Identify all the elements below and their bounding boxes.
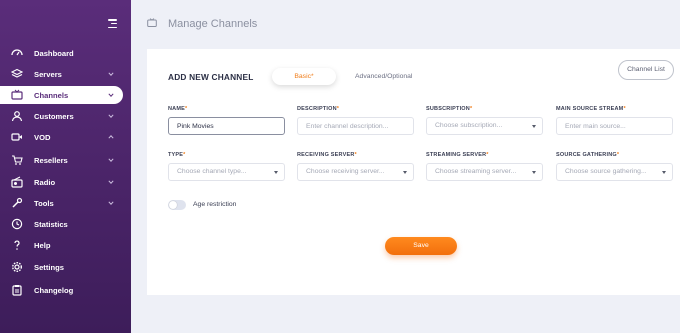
- sidebar-item-tools[interactable]: Tools: [0, 194, 123, 212]
- chevron-up-icon: [108, 135, 114, 139]
- page-title: Manage Channels: [168, 18, 258, 30]
- receiving-server-select[interactable]: Choose receiving server...: [297, 163, 414, 181]
- sidebar-item-changelog[interactable]: Changelog: [0, 281, 123, 299]
- sidebar-item-help[interactable]: Help: [0, 236, 123, 254]
- caret-down-icon: [532, 171, 536, 174]
- description-label: DESCRIPTION*: [297, 106, 340, 112]
- sidebar-item-label: Help: [34, 240, 51, 250]
- channel-form-card: ADD NEW CHANNEL Basic* Advanced/Optional…: [147, 49, 680, 295]
- caret-down-icon: [662, 171, 666, 174]
- chevron-down-icon: [108, 72, 114, 76]
- sidebar-item-channels[interactable]: Channels: [0, 86, 123, 104]
- form-title: ADD NEW CHANNEL: [168, 72, 254, 82]
- sidebar-item-radio[interactable]: Radio: [0, 173, 123, 191]
- video-icon: [11, 133, 22, 141]
- main-source-label: MAIN SOURCE STREAM*: [556, 106, 626, 112]
- sidebar-item-label: Customers: [34, 111, 74, 121]
- chevron-down-icon: [108, 114, 114, 118]
- sidebar-item-resellers[interactable]: Resellers: [0, 151, 123, 169]
- sidebar-item-label: VOD: [34, 132, 51, 142]
- subscription-select[interactable]: Choose subscription...: [426, 117, 543, 135]
- sidebar-item-label: Resellers: [34, 155, 68, 165]
- type-select[interactable]: Choose channel type...: [168, 163, 285, 181]
- toggle-knob: [169, 201, 177, 209]
- tab-advanced[interactable]: Advanced/Optional: [355, 68, 412, 85]
- menu-toggle-icon[interactable]: [107, 19, 117, 29]
- page-header: Manage Channels: [131, 0, 680, 48]
- subscription-label: SUBSCRIPTION*: [426, 106, 473, 112]
- layers-icon: [11, 68, 23, 78]
- radio-icon: [11, 176, 23, 188]
- save-button[interactable]: Save: [385, 237, 457, 255]
- cart-icon: [12, 155, 23, 165]
- caret-down-icon: [274, 171, 278, 174]
- clipboard-icon: [12, 285, 22, 296]
- sidebar-item-servers[interactable]: Servers: [0, 65, 123, 83]
- sidebar-item-label: Radio: [34, 177, 56, 187]
- chevron-down-icon: [108, 93, 114, 97]
- sidebar-item-label: Settings: [34, 262, 64, 272]
- sidebar-item-customers[interactable]: Customers: [0, 107, 123, 125]
- source-gathering-select[interactable]: Choose source gathering...: [556, 163, 673, 181]
- name-input[interactable]: [168, 117, 285, 135]
- sidebar-item-label: Statistics: [34, 219, 68, 229]
- required-mark: *: [310, 73, 314, 80]
- tv-icon: [147, 18, 157, 27]
- caret-down-icon: [532, 125, 536, 128]
- sidebar-item-statistics[interactable]: Statistics: [0, 215, 123, 233]
- sidebar: Dashboard Servers Channels Customers VOD Rese…: [0, 0, 131, 333]
- tab-basic[interactable]: Basic*: [272, 68, 336, 85]
- chevron-down-icon: [108, 201, 114, 205]
- dashboard-icon: [11, 49, 23, 56]
- sidebar-item-dashboard[interactable]: Dashboard: [0, 44, 123, 62]
- tab-basic-label: Basic: [294, 73, 311, 80]
- source-gathering-label: SOURCE GATHERING*: [556, 152, 620, 158]
- sidebar-item-vod[interactable]: VOD: [0, 128, 123, 146]
- clock-icon: [11, 218, 23, 230]
- main-source-input[interactable]: [556, 117, 673, 135]
- type-label: TYPE*: [168, 152, 186, 158]
- receiving-server-label: RECEIVING SERVER*: [297, 152, 357, 158]
- user-icon: [11, 111, 23, 122]
- sidebar-item-settings[interactable]: Settings: [0, 258, 123, 276]
- description-input[interactable]: [297, 117, 414, 135]
- caret-down-icon: [403, 171, 407, 174]
- chevron-down-icon: [108, 180, 114, 184]
- streaming-server-label: STREAMING SERVER*: [426, 152, 489, 158]
- sidebar-item-label: Servers: [34, 69, 62, 79]
- sidebar-item-label: Dashboard: [34, 48, 74, 58]
- age-restriction-label: Age restriction: [193, 201, 237, 208]
- gear-icon: [11, 261, 23, 273]
- sidebar-item-label: Changelog: [34, 285, 74, 295]
- age-restriction-toggle[interactable]: [168, 200, 186, 210]
- streaming-server-select[interactable]: Choose streaming server...: [426, 163, 543, 181]
- name-label: NAME*: [168, 106, 188, 112]
- sidebar-item-label: Tools: [34, 198, 54, 208]
- tv-icon: [11, 89, 23, 100]
- help-icon: [14, 240, 20, 250]
- chevron-down-icon: [108, 158, 114, 162]
- channel-list-button[interactable]: Channel List: [618, 60, 674, 80]
- wrench-icon: [12, 197, 23, 208]
- sidebar-item-label: Channels: [34, 90, 69, 100]
